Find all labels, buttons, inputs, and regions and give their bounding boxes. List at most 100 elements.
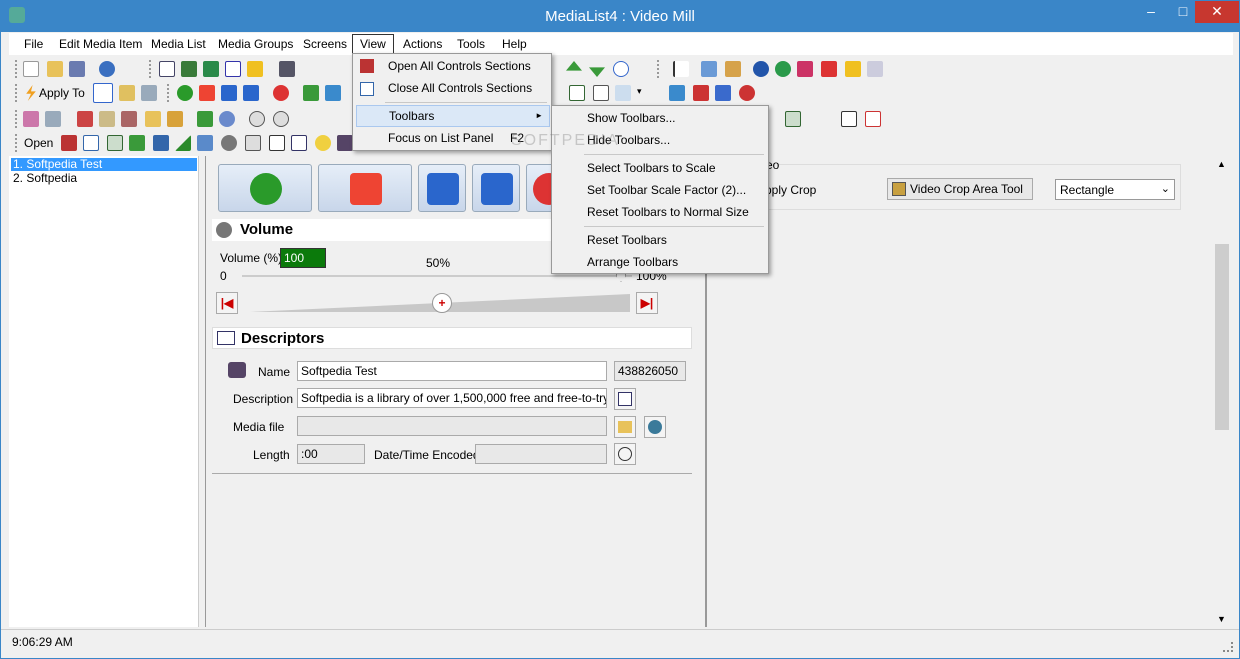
list-item[interactable]: 1. Softpedia Test <box>11 158 197 171</box>
step-icon[interactable] <box>243 85 259 101</box>
clipboard-icon[interactable] <box>99 111 115 127</box>
windows-icon[interactable] <box>141 85 157 101</box>
monitor-icon[interactable] <box>785 111 801 127</box>
scroll-thumb[interactable] <box>1215 244 1229 430</box>
menu-screens[interactable]: Screens <box>296 35 354 54</box>
arrow-up-icon[interactable] <box>566 61 582 71</box>
disc-icon[interactable] <box>753 61 769 77</box>
video-camera-icon[interactable] <box>337 135 353 151</box>
edit-icon[interactable] <box>23 111 39 127</box>
timer-icon[interactable] <box>273 111 289 127</box>
red-square-icon[interactable] <box>821 61 837 77</box>
star-icon[interactable] <box>247 61 263 77</box>
stop-icon[interactable] <box>199 85 215 101</box>
frames-icon[interactable] <box>615 85 631 101</box>
emoji-icon[interactable] <box>315 135 331 151</box>
rows-icon[interactable] <box>93 83 113 103</box>
play-icon[interactable] <box>177 85 193 101</box>
pause-button[interactable] <box>418 164 466 212</box>
triangle-icon[interactable] <box>175 135 191 151</box>
abc-icon[interactable] <box>291 135 307 151</box>
descriptors-section-header[interactable]: Descriptors <box>212 327 692 349</box>
video-folder-icon[interactable] <box>167 111 183 127</box>
binoculars-icon[interactable] <box>279 61 295 77</box>
resize-grip-icon[interactable] <box>1223 642 1233 652</box>
grid-red-icon[interactable] <box>61 135 77 151</box>
toolbar-grip[interactable] <box>15 60 18 78</box>
toolbar-grip[interactable] <box>149 60 152 78</box>
layout-icon[interactable] <box>569 85 585 101</box>
vertical-scrollbar[interactable]: ▲ ▼ <box>1213 156 1231 627</box>
menu-tools[interactable]: Tools <box>450 35 492 54</box>
play-button[interactable] <box>218 164 312 212</box>
reload-icon[interactable] <box>303 85 319 101</box>
eye-icon[interactable] <box>219 111 235 127</box>
menu-item-arrange-toolbars[interactable]: Arrange Toolbars <box>555 251 765 273</box>
save-icon[interactable] <box>69 61 85 77</box>
sync-icon[interactable] <box>197 111 213 127</box>
scroll-up-icon[interactable]: ▲ <box>1217 159 1226 169</box>
paste-icon[interactable] <box>725 61 741 77</box>
gauge-icon[interactable] <box>245 135 261 151</box>
volume-input[interactable]: 100 <box>280 248 326 268</box>
toolbar-grip[interactable] <box>657 60 660 78</box>
menu-item-set-scale-factor[interactable]: Set Toolbar Scale Factor (2)... <box>555 179 765 201</box>
volume-max-button[interactable]: ▶| <box>636 292 658 314</box>
menu-item-show-toolbars[interactable]: Show Toolbars... <box>555 107 765 129</box>
menu-item-open-all-controls[interactable]: Open All Controls Sections <box>356 55 548 77</box>
info-icon[interactable] <box>613 61 629 77</box>
resize-icon[interactable] <box>845 61 861 77</box>
download-icon[interactable] <box>325 85 341 101</box>
film-strip-icon[interactable] <box>153 135 169 151</box>
toolbar-grip[interactable] <box>15 134 18 152</box>
crop-shape-select[interactable]: Rectangle ⌄ <box>1055 179 1175 200</box>
back-icon[interactable] <box>841 111 857 127</box>
speaker-left-icon[interactable] <box>669 85 685 101</box>
stop-button[interactable] <box>318 164 412 212</box>
volume-min-button[interactable]: |◀ <box>216 292 238 314</box>
toolbar-grip[interactable] <box>167 84 170 102</box>
edit-description-button[interactable] <box>614 388 636 410</box>
name-input[interactable]: Softpedia Test <box>297 361 607 381</box>
checkbox-icon[interactable] <box>225 61 241 77</box>
clock-gear-icon[interactable] <box>249 111 265 127</box>
video-crop-area-tool-button[interactable]: Video Crop Area Tool <box>887 178 1033 200</box>
pause-icon[interactable] <box>221 85 237 101</box>
new-icon[interactable] <box>23 61 39 77</box>
browse-media-button[interactable] <box>614 416 636 438</box>
minimize-button[interactable]: – <box>1135 1 1167 23</box>
film-icon[interactable] <box>121 111 137 127</box>
menu-help[interactable]: Help <box>495 35 534 54</box>
open-label[interactable]: Open <box>24 136 53 150</box>
menu-item-select-toolbars-scale[interactable]: Select Toolbars to Scale <box>555 157 765 179</box>
speaker-right-icon[interactable] <box>693 85 709 101</box>
copy-icon[interactable] <box>701 61 717 77</box>
arrow-down-icon[interactable] <box>589 67 605 77</box>
grid-view-icon[interactable] <box>181 61 197 77</box>
step-button[interactable] <box>472 164 520 212</box>
monitor-small-icon[interactable] <box>107 135 123 151</box>
sort-icon[interactable] <box>673 61 689 77</box>
table-icon[interactable] <box>593 85 609 101</box>
menu-item-reset-toolbars[interactable]: Reset Toolbars <box>555 229 765 251</box>
open-folder-icon[interactable] <box>47 61 63 77</box>
folder-icon[interactable] <box>145 111 161 127</box>
search-doc-icon[interactable] <box>45 111 61 127</box>
menu-item-close-all-controls[interactable]: Close All Controls Sections <box>356 77 548 99</box>
chevron-down-icon[interactable]: ▾ <box>637 86 642 97</box>
image-icon[interactable] <box>197 135 213 151</box>
forward-icon[interactable] <box>865 111 881 127</box>
menu-item-toolbars[interactable]: Toolbars ► <box>356 105 550 127</box>
video-strip-icon[interactable] <box>129 135 145 151</box>
apply-to-label[interactable]: Apply To <box>39 86 85 100</box>
close-button[interactable]: ✕ <box>1195 1 1239 23</box>
volume-center-button[interactable]: + <box>432 293 452 313</box>
description-input[interactable]: Softpedia is a library of over 1,500,000… <box>297 388 607 408</box>
counter-icon[interactable] <box>269 135 285 151</box>
help-icon[interactable] <box>99 61 115 77</box>
mute-icon[interactable] <box>739 85 755 101</box>
grid-blue-icon[interactable] <box>83 135 99 151</box>
scroll-down-icon[interactable]: ▼ <box>1217 614 1226 624</box>
cancel-icon[interactable] <box>273 85 289 101</box>
toolbar-grip[interactable] <box>15 110 18 128</box>
